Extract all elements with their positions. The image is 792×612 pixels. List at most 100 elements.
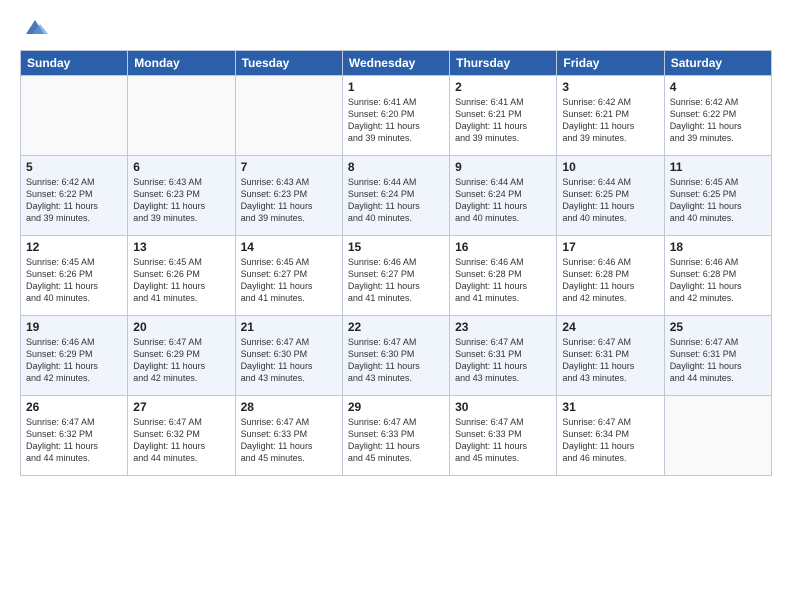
day-number: 17 <box>562 240 658 254</box>
day-info: Sunrise: 6:47 AM Sunset: 6:29 PM Dayligh… <box>133 336 229 385</box>
day-number: 18 <box>670 240 766 254</box>
weekday-header: Friday <box>557 51 664 76</box>
calendar-cell: 29 Sunrise: 6:47 AM Sunset: 6:33 PM Dayli… <box>342 396 449 476</box>
page: SundayMondayTuesdayWednesdayThursdayFrid… <box>0 0 792 612</box>
day-number: 4 <box>670 80 766 94</box>
day-number: 1 <box>348 80 444 94</box>
calendar-cell: 20 Sunrise: 6:47 AM Sunset: 6:29 PM Dayli… <box>128 316 235 396</box>
day-info: Sunrise: 6:43 AM Sunset: 6:23 PM Dayligh… <box>133 176 229 225</box>
calendar-cell: 25 Sunrise: 6:47 AM Sunset: 6:31 PM Dayli… <box>664 316 771 396</box>
day-info: Sunrise: 6:43 AM Sunset: 6:23 PM Dayligh… <box>241 176 337 225</box>
calendar-cell: 12Sunrise: 6:45 AM Sunset: 6:26 PM Dayli… <box>21 236 128 316</box>
day-number: 16 <box>455 240 551 254</box>
day-info: Sunrise: 6:42 AM Sunset: 6:22 PM Dayligh… <box>670 96 766 145</box>
day-number: 7 <box>241 160 337 174</box>
day-number: 5 <box>26 160 122 174</box>
weekday-header: Saturday <box>664 51 771 76</box>
day-number: 23 <box>455 320 551 334</box>
calendar-cell <box>128 76 235 156</box>
day-number: 12 <box>26 240 122 254</box>
weekday-header: Thursday <box>450 51 557 76</box>
calendar-cell: 5 Sunrise: 6:42 AM Sunset: 6:22 PM Daylig… <box>21 156 128 236</box>
day-number: 21 <box>241 320 337 334</box>
logo-icon <box>22 16 48 38</box>
calendar-cell: 31Sunrise: 6:47 AM Sunset: 6:34 PM Dayli… <box>557 396 664 476</box>
calendar-cell: 17Sunrise: 6:46 AM Sunset: 6:28 PM Dayli… <box>557 236 664 316</box>
calendar-cell: 11Sunrise: 6:45 AM Sunset: 6:25 PM Dayli… <box>664 156 771 236</box>
calendar-cell: 14 Sunrise: 6:45 AM Sunset: 6:27 PM Dayli… <box>235 236 342 316</box>
calendar-cell: 21 Sunrise: 6:47 AM Sunset: 6:30 PM Dayli… <box>235 316 342 396</box>
day-info: Sunrise: 6:47 AM Sunset: 6:33 PM Dayligh… <box>455 416 551 465</box>
day-info: Sunrise: 6:44 AM Sunset: 6:24 PM Dayligh… <box>455 176 551 225</box>
day-info: Sunrise: 6:45 AM Sunset: 6:27 PM Dayligh… <box>241 256 337 305</box>
day-number: 25 <box>670 320 766 334</box>
day-info: Sunrise: 6:46 AM Sunset: 6:27 PM Dayligh… <box>348 256 444 305</box>
header <box>20 16 772 40</box>
logo-general <box>20 16 48 40</box>
calendar-cell: 16 Sunrise: 6:46 AM Sunset: 6:28 PM Dayli… <box>450 236 557 316</box>
calendar-cell: 7 Sunrise: 6:43 AM Sunset: 6:23 PM Daylig… <box>235 156 342 236</box>
day-number: 6 <box>133 160 229 174</box>
day-number: 24 <box>562 320 658 334</box>
calendar-cell: 26 Sunrise: 6:47 AM Sunset: 6:32 PM Dayli… <box>21 396 128 476</box>
day-number: 30 <box>455 400 551 414</box>
day-number: 11 <box>670 160 766 174</box>
calendar-cell: 30 Sunrise: 6:47 AM Sunset: 6:33 PM Dayli… <box>450 396 557 476</box>
day-number: 22 <box>348 320 444 334</box>
calendar-cell: 6 Sunrise: 6:43 AM Sunset: 6:23 PM Daylig… <box>128 156 235 236</box>
calendar-cell: 10 Sunrise: 6:44 AM Sunset: 6:25 PM Dayli… <box>557 156 664 236</box>
day-info: Sunrise: 6:47 AM Sunset: 6:32 PM Dayligh… <box>26 416 122 465</box>
calendar-cell <box>235 76 342 156</box>
calendar-cell <box>664 396 771 476</box>
calendar-cell: 27 Sunrise: 6:47 AM Sunset: 6:32 PM Dayli… <box>128 396 235 476</box>
weekday-header: Wednesday <box>342 51 449 76</box>
day-number: 31 <box>562 400 658 414</box>
day-info: Sunrise: 6:46 AM Sunset: 6:28 PM Dayligh… <box>670 256 766 305</box>
day-info: Sunrise: 6:47 AM Sunset: 6:31 PM Dayligh… <box>670 336 766 385</box>
day-info: Sunrise: 6:45 AM Sunset: 6:26 PM Dayligh… <box>133 256 229 305</box>
day-info: Sunrise: 6:47 AM Sunset: 6:31 PM Dayligh… <box>562 336 658 385</box>
logo-text-block <box>20 16 48 40</box>
day-number: 8 <box>348 160 444 174</box>
day-info: Sunrise: 6:47 AM Sunset: 6:33 PM Dayligh… <box>348 416 444 465</box>
day-number: 26 <box>26 400 122 414</box>
calendar-cell: 2 Sunrise: 6:41 AM Sunset: 6:21 PM Daylig… <box>450 76 557 156</box>
day-info: Sunrise: 6:41 AM Sunset: 6:20 PM Dayligh… <box>348 96 444 145</box>
day-info: Sunrise: 6:41 AM Sunset: 6:21 PM Dayligh… <box>455 96 551 145</box>
day-number: 29 <box>348 400 444 414</box>
day-number: 15 <box>348 240 444 254</box>
weekday-header: Sunday <box>21 51 128 76</box>
day-info: Sunrise: 6:47 AM Sunset: 6:32 PM Dayligh… <box>133 416 229 465</box>
day-info: Sunrise: 6:44 AM Sunset: 6:24 PM Dayligh… <box>348 176 444 225</box>
calendar-cell: 19 Sunrise: 6:46 AM Sunset: 6:29 PM Dayli… <box>21 316 128 396</box>
day-number: 13 <box>133 240 229 254</box>
day-number: 27 <box>133 400 229 414</box>
day-info: Sunrise: 6:42 AM Sunset: 6:21 PM Dayligh… <box>562 96 658 145</box>
day-info: Sunrise: 6:42 AM Sunset: 6:22 PM Dayligh… <box>26 176 122 225</box>
calendar-cell: 3Sunrise: 6:42 AM Sunset: 6:21 PM Daylig… <box>557 76 664 156</box>
day-number: 19 <box>26 320 122 334</box>
day-number: 14 <box>241 240 337 254</box>
calendar-cell: 23 Sunrise: 6:47 AM Sunset: 6:31 PM Dayli… <box>450 316 557 396</box>
calendar-cell: 8 Sunrise: 6:44 AM Sunset: 6:24 PM Daylig… <box>342 156 449 236</box>
day-info: Sunrise: 6:47 AM Sunset: 6:30 PM Dayligh… <box>241 336 337 385</box>
calendar-cell: 13 Sunrise: 6:45 AM Sunset: 6:26 PM Dayli… <box>128 236 235 316</box>
calendar-cell <box>21 76 128 156</box>
day-number: 20 <box>133 320 229 334</box>
day-info: Sunrise: 6:47 AM Sunset: 6:31 PM Dayligh… <box>455 336 551 385</box>
calendar-cell: 18 Sunrise: 6:46 AM Sunset: 6:28 PM Dayli… <box>664 236 771 316</box>
day-number: 2 <box>455 80 551 94</box>
day-info: Sunrise: 6:47 AM Sunset: 6:30 PM Dayligh… <box>348 336 444 385</box>
day-info: Sunrise: 6:46 AM Sunset: 6:29 PM Dayligh… <box>26 336 122 385</box>
calendar-cell: 28Sunrise: 6:47 AM Sunset: 6:33 PM Dayli… <box>235 396 342 476</box>
weekday-header: Tuesday <box>235 51 342 76</box>
day-number: 10 <box>562 160 658 174</box>
calendar-cell: 1 Sunrise: 6:41 AM Sunset: 6:20 PM Daylig… <box>342 76 449 156</box>
calendar-cell: 9 Sunrise: 6:44 AM Sunset: 6:24 PM Daylig… <box>450 156 557 236</box>
calendar-cell: 22 Sunrise: 6:47 AM Sunset: 6:30 PM Dayli… <box>342 316 449 396</box>
day-info: Sunrise: 6:47 AM Sunset: 6:33 PM Dayligh… <box>241 416 337 465</box>
day-info: Sunrise: 6:44 AM Sunset: 6:25 PM Dayligh… <box>562 176 658 225</box>
day-number: 9 <box>455 160 551 174</box>
day-info: Sunrise: 6:46 AM Sunset: 6:28 PM Dayligh… <box>455 256 551 305</box>
weekday-header: Monday <box>128 51 235 76</box>
